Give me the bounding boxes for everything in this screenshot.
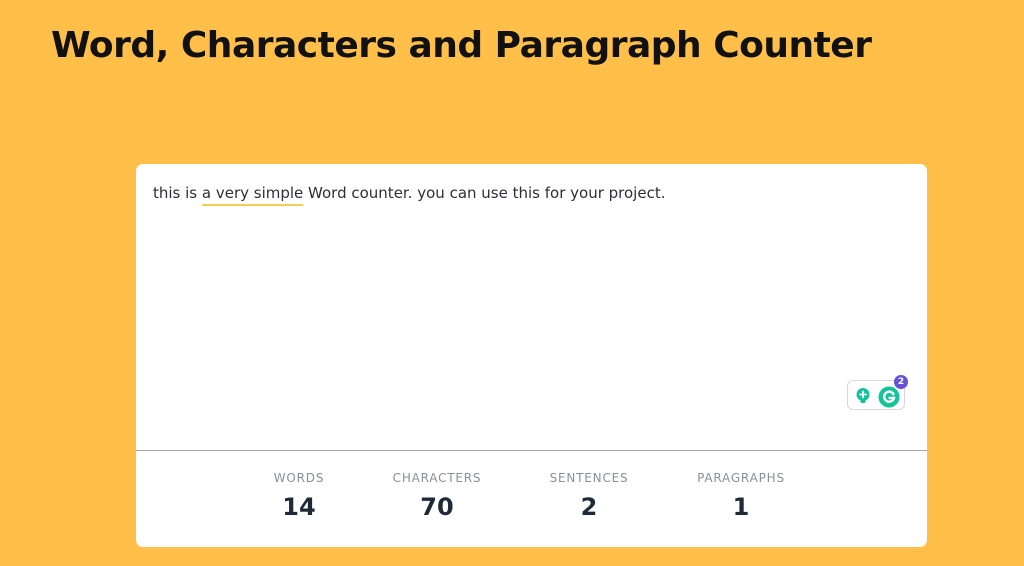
stat-sentences-label: SENTENCES xyxy=(549,471,629,485)
grammar-suggestion-highlight[interactable]: a very simple xyxy=(202,184,303,202)
grammarly-g-icon[interactable] xyxy=(878,386,900,408)
counter-card: this is a very simple Word counter. you … xyxy=(136,164,927,547)
suggestion-count-badge: 2 xyxy=(894,375,908,389)
stat-words: WORDS 14 xyxy=(229,471,369,521)
text-input[interactable]: this is a very simple Word counter. you … xyxy=(136,164,927,450)
stat-sentences: SENTENCES 2 xyxy=(519,471,659,521)
text-segment-after: Word counter. you can use this for your … xyxy=(303,184,666,202)
page-title: Word, Characters and Paragraph Counter xyxy=(51,25,872,66)
text-segment-before: this is xyxy=(153,184,202,202)
stat-words-value: 14 xyxy=(282,493,316,521)
lightbulb-icon[interactable] xyxy=(854,387,872,405)
stat-sentences-value: 2 xyxy=(580,493,598,521)
stat-paragraphs-value: 1 xyxy=(732,493,750,521)
stats-bar: WORDS 14 CHARACTERS 70 SENTENCES 2 PARAG… xyxy=(136,451,927,547)
stat-paragraphs-label: PARAGRAPHS xyxy=(697,471,785,485)
stat-paragraphs: PARAGRAPHS 1 xyxy=(671,471,811,521)
stat-characters-label: CHARACTERS xyxy=(392,471,482,485)
stat-words-label: WORDS xyxy=(273,471,325,485)
stat-characters-value: 70 xyxy=(420,493,454,521)
grammarly-widget[interactable]: 2 xyxy=(847,375,908,410)
stat-characters: CHARACTERS 70 xyxy=(367,471,507,521)
